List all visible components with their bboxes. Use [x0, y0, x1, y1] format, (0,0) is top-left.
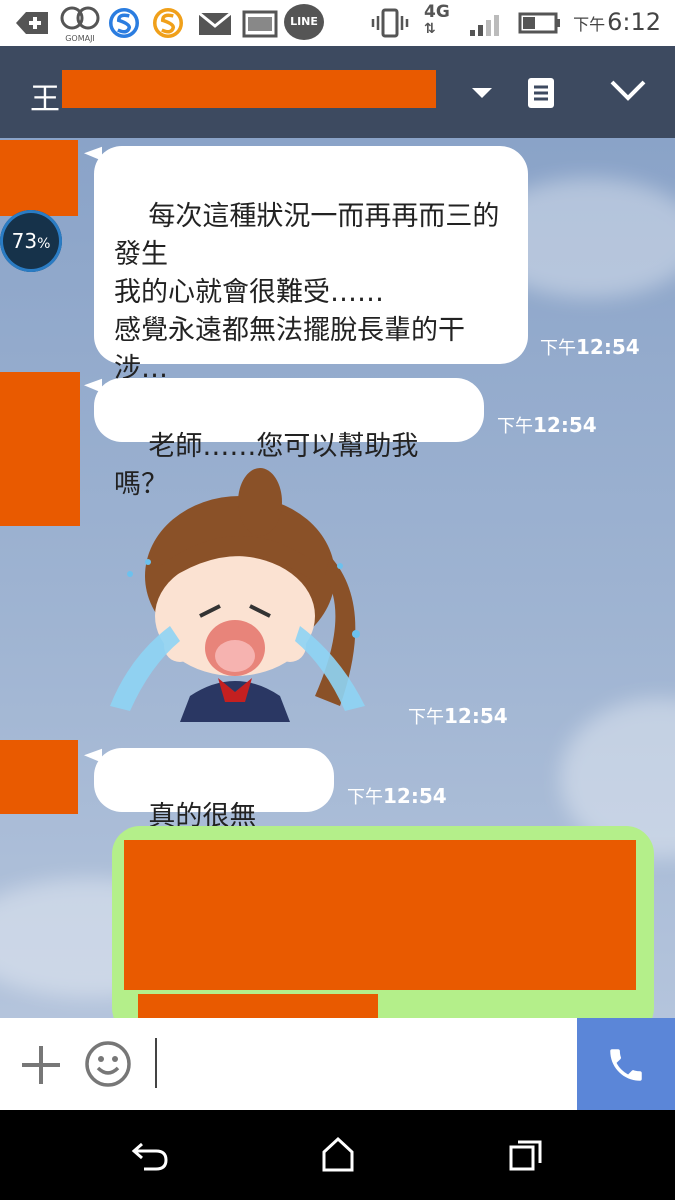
battery-widget: 73% — [0, 210, 62, 272]
battery-icon — [518, 12, 560, 34]
dropdown-caret-icon[interactable] — [470, 86, 494, 100]
signal-icon — [470, 15, 499, 36]
sender-avatar[interactable] — [0, 140, 78, 216]
clock: 下午6:12 — [573, 8, 661, 36]
gomaji-label: GOMAJI — [65, 34, 95, 43]
message-timestamp: 下午12:54 — [497, 413, 597, 437]
network-type: 4G ⇅ — [424, 2, 450, 37]
sender-avatar[interactable] — [0, 740, 78, 814]
s-blue-icon — [109, 8, 139, 38]
message-timestamp: 下午12:54 — [540, 335, 640, 359]
text-cursor — [155, 1038, 157, 1088]
message-timestamp: 下午12:54 — [408, 704, 508, 728]
chat-header: 王 — [0, 46, 675, 138]
emoji-icon[interactable] — [84, 1040, 132, 1088]
message-bubble[interactable]: 老師……您可以幫助我嗎？ — [94, 378, 484, 500]
chevron-down-icon[interactable] — [608, 76, 648, 104]
line-label: LINE — [290, 15, 318, 28]
message-timestamp: 下午12:54 — [347, 784, 447, 808]
chat-title: 王 — [30, 82, 60, 117]
message-bubble[interactable]: 每次這種狀況一而再再而三的 發生 我的心就會很難受…… 感覺永遠都無法擺脫長輩的… — [94, 146, 528, 384]
gomaji-icon: GOMAJI — [60, 6, 100, 43]
recent-apps-icon[interactable] — [508, 1138, 544, 1172]
line-icon: LINE — [284, 4, 324, 40]
message-bubble[interactable]: 真的很無助…… — [94, 748, 334, 870]
plus-icon[interactable] — [20, 1044, 62, 1086]
back-icon[interactable] — [130, 1138, 170, 1172]
vibrate-icon — [371, 8, 409, 38]
s-orange-icon — [153, 8, 183, 38]
message-input[interactable] — [150, 1018, 575, 1110]
outgoing-message-bubble[interactable] — [112, 826, 654, 1018]
notes-icon[interactable] — [526, 76, 556, 110]
mail-icon — [198, 11, 232, 35]
crying-girl-sticker[interactable] — [100, 466, 380, 722]
navigation-bar — [0, 1110, 675, 1200]
message-input-bar — [0, 1018, 675, 1110]
redacted-message-content — [138, 994, 378, 1018]
message-text: 每次這種狀況一而再再而三的 發生 我的心就會很難受…… 感覺永遠都無法擺脫長輩的… — [114, 201, 500, 384]
chat-area[interactable]: 73% 每次這種狀況一而再再而三的 發生 我的心就會很難受…… 感覺永遠都無法擺… — [0, 138, 675, 1018]
image-icon — [242, 10, 278, 38]
call-button[interactable] — [577, 1018, 675, 1110]
redacted-contact-name — [62, 70, 436, 108]
status-bar: GOMAJI LINE 4G ⇅ 下午6:12 — [0, 0, 675, 46]
add-icon — [16, 12, 48, 34]
sender-avatar[interactable] — [0, 372, 80, 526]
home-icon[interactable] — [320, 1136, 356, 1174]
phone-icon — [610, 1049, 642, 1081]
redacted-message-content — [124, 840, 636, 990]
